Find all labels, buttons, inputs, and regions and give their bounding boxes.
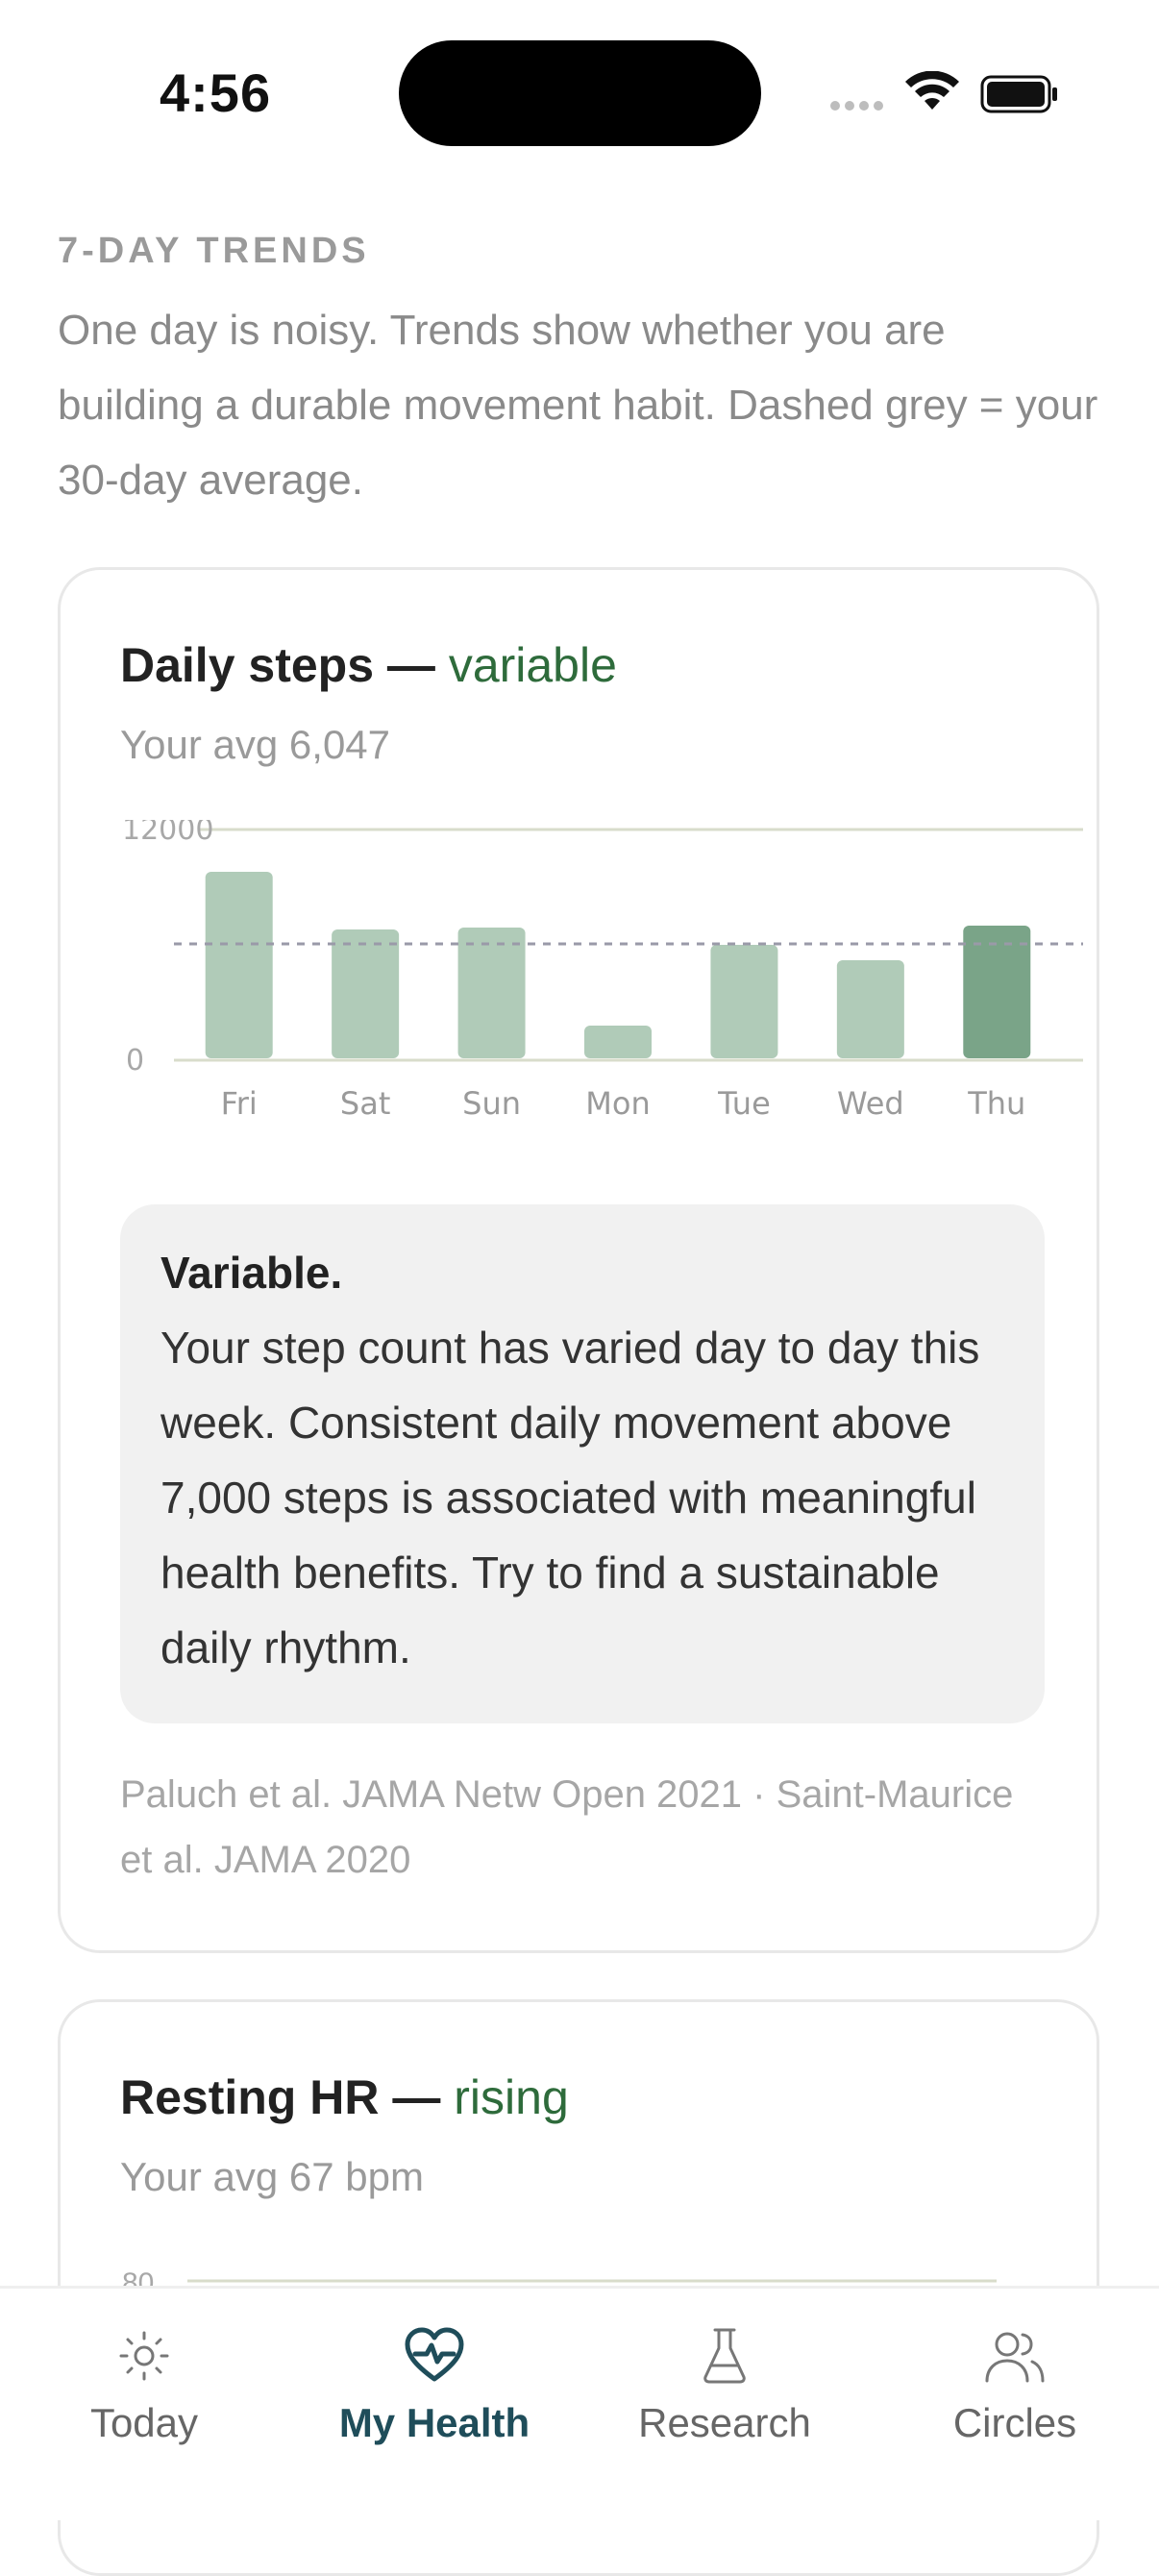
tab-circles[interactable]: Circles — [871, 2317, 1159, 2446]
section-description: One day is noisy. Trends show whether yo… — [58, 307, 1098, 504]
insight-body: Your step count has varied day to day th… — [160, 1323, 980, 1672]
heart-pulse-icon — [290, 2317, 579, 2394]
average-label: Your avg 6,047 — [120, 722, 391, 767]
flask-icon — [580, 2317, 869, 2394]
tab-label: Today — [89, 2400, 199, 2445]
sun-icon — [0, 2317, 288, 2394]
x-tick-label: Wed — [837, 1085, 904, 1122]
battery-icon — [980, 75, 1059, 118]
trend-status: variable — [448, 638, 617, 692]
cellular-signal-icon — [830, 98, 888, 111]
y-tick-label: 12000 — [122, 820, 213, 847]
bar-wed — [836, 960, 904, 1058]
bottom-tab-bar: Today My Health Research Circles — [0, 2286, 1159, 2520]
trends-section: 7-DAY TRENDS One day is noisy. Trends sh… — [58, 231, 1101, 518]
card-title: Daily steps — variable — [120, 637, 617, 693]
trend-status: rising — [454, 2070, 569, 2124]
tab-label: Circles — [952, 2400, 1077, 2445]
card-title: Resting HR — rising — [120, 2069, 569, 2125]
average-label: Your avg 67 bpm — [120, 2154, 425, 2199]
section-label: 7-DAY TRENDS — [58, 231, 370, 271]
tab-label: My Health — [338, 2400, 530, 2445]
x-tick-label: Mon — [585, 1085, 650, 1122]
card-title-text: Resting HR — — [120, 2070, 441, 2124]
y-tick-label: 0 — [126, 1044, 144, 1077]
card-title-text: Daily steps — — [120, 638, 435, 692]
x-tick-label: Tue — [717, 1085, 771, 1122]
users-icon — [871, 2317, 1159, 2394]
insight-title: Variable. — [160, 1248, 343, 1298]
status-time: 4:56 — [160, 62, 272, 123]
bar-tue — [710, 945, 778, 1058]
bar-fri — [205, 872, 273, 1058]
daily-steps-card[interactable]: Daily steps — variable Your avg 6,047 12… — [58, 567, 1099, 1953]
x-tick-label: Sat — [340, 1085, 390, 1122]
tab-research[interactable]: Research — [580, 2317, 869, 2446]
x-tick-label: Sun — [462, 1085, 521, 1122]
citation: Paluch et al. JAMA Netw Open 2021 · Sain… — [120, 1773, 1014, 1881]
x-tick-label: Thu — [967, 1085, 1025, 1122]
status-bar: 4:56 — [0, 0, 1159, 146]
bar-mon — [584, 1026, 652, 1058]
tab-today[interactable]: Today — [0, 2317, 288, 2446]
insight-box: Variable. Your step count has varied day… — [120, 1204, 1045, 1723]
steps-bar-chart: 12000 0 Fri Sat Sun Mon Tue Wed Thu — [122, 820, 1083, 1122]
wifi-icon — [903, 70, 961, 118]
tab-label: Research — [638, 2400, 811, 2445]
dynamic-island — [399, 40, 761, 146]
bar-sun — [457, 928, 526, 1058]
tab-my-health[interactable]: My Health — [290, 2317, 579, 2446]
bar-thu — [963, 926, 1031, 1058]
bar-sat — [332, 929, 400, 1058]
x-tick-label: Fri — [221, 1085, 258, 1122]
